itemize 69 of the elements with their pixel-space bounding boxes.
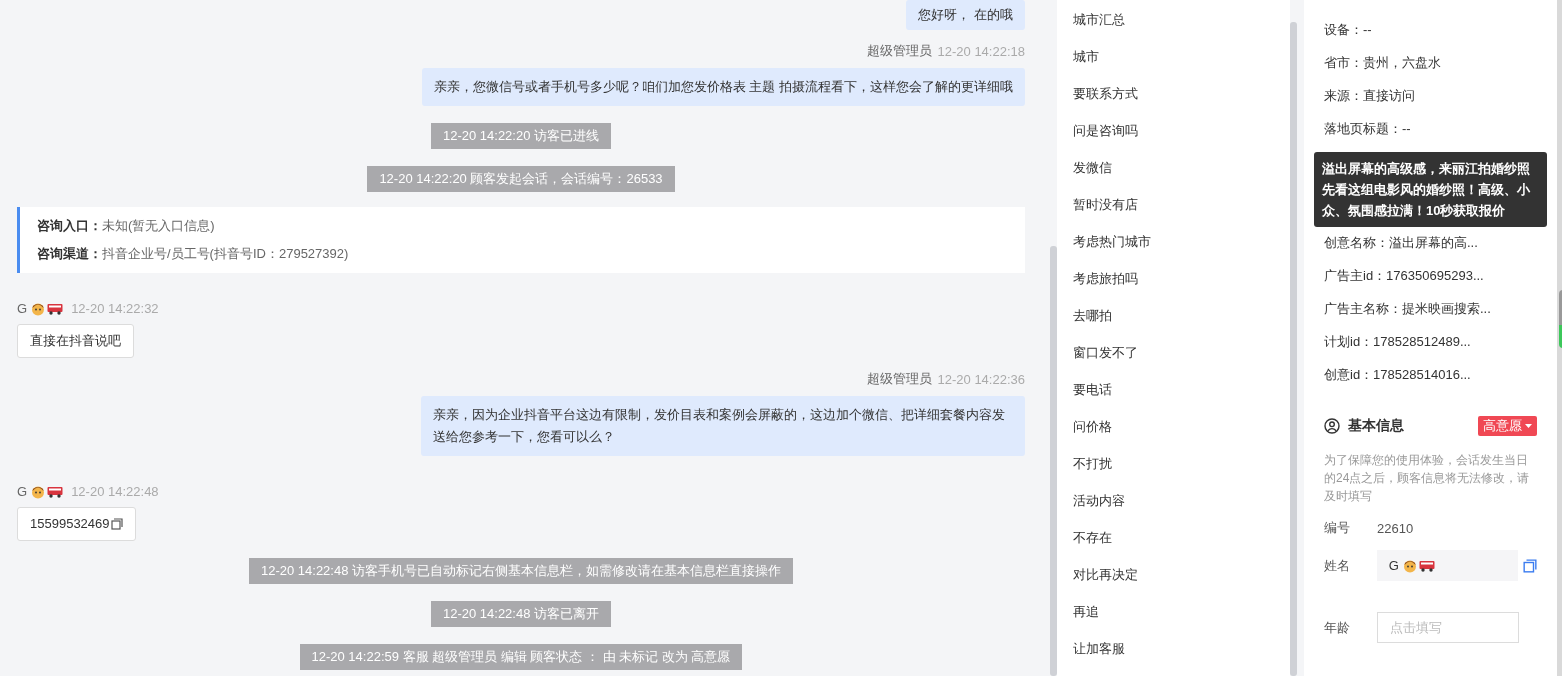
face-emoji-icon bbox=[31, 301, 46, 316]
caret-icon bbox=[1525, 424, 1532, 428]
field-value: 22610 bbox=[1377, 520, 1414, 536]
visitor-name: G bbox=[17, 484, 28, 499]
agent-message: 亲亲，因为企业抖音平台这边有限制，发价目表和案例会屏蔽的，这边加个微信、把详细套餐内容发送给您参考一下，您看可以么？ bbox=[421, 396, 1025, 456]
quick-reply-item[interactable]: 发微信 bbox=[1073, 158, 1290, 195]
consult-info-line: 咨询渠道：抖音企业号/员工号(抖音号ID：279527392) bbox=[37, 245, 350, 263]
face-emoji-icon bbox=[1402, 558, 1417, 573]
source-info-row-text: 广告主名称：提米映画搜索... bbox=[1324, 300, 1492, 318]
user-icon bbox=[1324, 418, 1340, 434]
quick-reply-item[interactable]: 城市汇总 bbox=[1073, 10, 1290, 47]
quick-reply-item[interactable]: 活动内容 bbox=[1073, 491, 1290, 528]
quick-reply-item[interactable]: 考虑旅拍吗 bbox=[1073, 269, 1290, 306]
source-info-row-text: 计划id：178528512489... bbox=[1324, 333, 1472, 351]
fire-truck-emoji-icon bbox=[47, 485, 64, 498]
quick-reply-item[interactable]: 问是咨询吗 bbox=[1073, 121, 1290, 158]
quick-reply-item[interactable]: 考虑热门城市 bbox=[1073, 232, 1290, 269]
scrollbar-thumb[interactable] bbox=[1290, 22, 1297, 676]
sender-name: 超级管理员 bbox=[866, 370, 932, 388]
copy-icon[interactable] bbox=[1523, 558, 1537, 573]
message-time: 12-20 14:22:48 bbox=[71, 484, 159, 499]
message-time: 12-20 14:22:36 bbox=[937, 371, 1025, 387]
quick-reply-item[interactable]: 再追 bbox=[1073, 602, 1290, 639]
copy-icon[interactable] bbox=[110, 518, 123, 530]
notice-text: 为了保障您的使用体验，会话发生当日的24点之后，顾客信息将无法修改，请及时填写 bbox=[1324, 452, 1531, 505]
agent-message: 您好呀， 在的哦 bbox=[906, 0, 1025, 30]
source-info-row-text: 省市：贵州，六盘水 bbox=[1324, 54, 1442, 72]
visitor-message: 15599532469 bbox=[17, 507, 136, 541]
field-label: 编号 bbox=[1324, 519, 1351, 537]
sender-name: 超级管理员 bbox=[866, 42, 932, 60]
system-notice: 12-20 14:22:48 访客手机号已自动标记右侧基本信息栏，如需修改请在基本信息栏直接操作 bbox=[248, 558, 794, 584]
status-dropdown[interactable]: 高意愿 bbox=[1478, 416, 1537, 436]
tooltip: 溢出屏幕的高级感，来丽江拍婚纱照先看这组电影风的婚纱照！高级、小众、氛围感拉满！10秒获取报价 bbox=[1314, 152, 1547, 227]
visitor-name: G bbox=[17, 301, 28, 316]
section-title: 基本信息 bbox=[1348, 417, 1404, 435]
quick-reply-item[interactable]: 不存在 bbox=[1073, 528, 1290, 565]
quick-reply-item[interactable]: 问价格 bbox=[1073, 417, 1290, 454]
agent-message: 亲亲，您微信号或者手机号多少呢？咱们加您发价格表 主题 拍摄流程看下，这样您会了解的更详细哦 bbox=[421, 68, 1025, 106]
field-label: 姓名 bbox=[1324, 556, 1351, 575]
source-info-row-text: 落地页标题：-- bbox=[1324, 120, 1412, 138]
scrollbar-thumb[interactable] bbox=[1050, 246, 1057, 676]
name-field[interactable]: G bbox=[1376, 550, 1518, 581]
system-notice: 12-20 14:22:48 访客已离开 bbox=[430, 601, 612, 627]
quick-reply-item[interactable]: 暂时没有店 bbox=[1073, 195, 1290, 232]
quick-reply-item[interactable]: 去哪拍 bbox=[1073, 306, 1290, 343]
source-info-row-text: 创意id：178528514016... bbox=[1324, 366, 1472, 384]
quick-reply-item[interactable]: 让加客服 bbox=[1073, 639, 1290, 676]
quick-reply-item[interactable]: 窗口发不了 bbox=[1073, 343, 1290, 380]
source-info-row-text: 设备：-- bbox=[1324, 21, 1373, 39]
source-info-row-text: 广告主id：176350695293... bbox=[1324, 267, 1485, 285]
system-notice: 12-20 14:22:59 客服 超级管理员 编辑 顾客状态 ： 由 未标记 改为 高意愿 bbox=[299, 644, 743, 670]
field-label: 年龄 bbox=[1324, 618, 1351, 637]
source-info-row-text: 来源：直接访问 bbox=[1324, 87, 1416, 105]
quick-reply-item[interactable]: 对比再决定 bbox=[1073, 565, 1290, 602]
quick-reply-item[interactable]: 要联系方式 bbox=[1073, 84, 1290, 121]
source-info-row-text: 创意名称：溢出屏幕的高... bbox=[1324, 234, 1479, 252]
visitor-message: 直接在抖音说吧 bbox=[17, 324, 134, 358]
message-time: 12-20 14:22:18 bbox=[937, 43, 1025, 59]
quick-reply-item[interactable]: 要电话 bbox=[1073, 380, 1290, 417]
input-field[interactable]: 点击填写 bbox=[1377, 612, 1519, 643]
quick-reply-item[interactable]: 不打扰 bbox=[1073, 454, 1290, 491]
fire-truck-emoji-icon bbox=[1418, 559, 1435, 572]
quick-reply-item[interactable]: 城市 bbox=[1073, 47, 1290, 84]
face-emoji-icon bbox=[31, 484, 46, 499]
system-notice: 12-20 14:22:20 访客已进线 bbox=[430, 123, 612, 149]
fire-truck-emoji-icon bbox=[47, 302, 64, 315]
consult-info-line: 咨询入口：未知(暂无入口信息) bbox=[37, 217, 216, 235]
system-notice: 12-20 14:22:20 顾客发起会话，会话编号：26533 bbox=[367, 166, 675, 192]
message-time: 12-20 14:22:32 bbox=[71, 301, 159, 316]
